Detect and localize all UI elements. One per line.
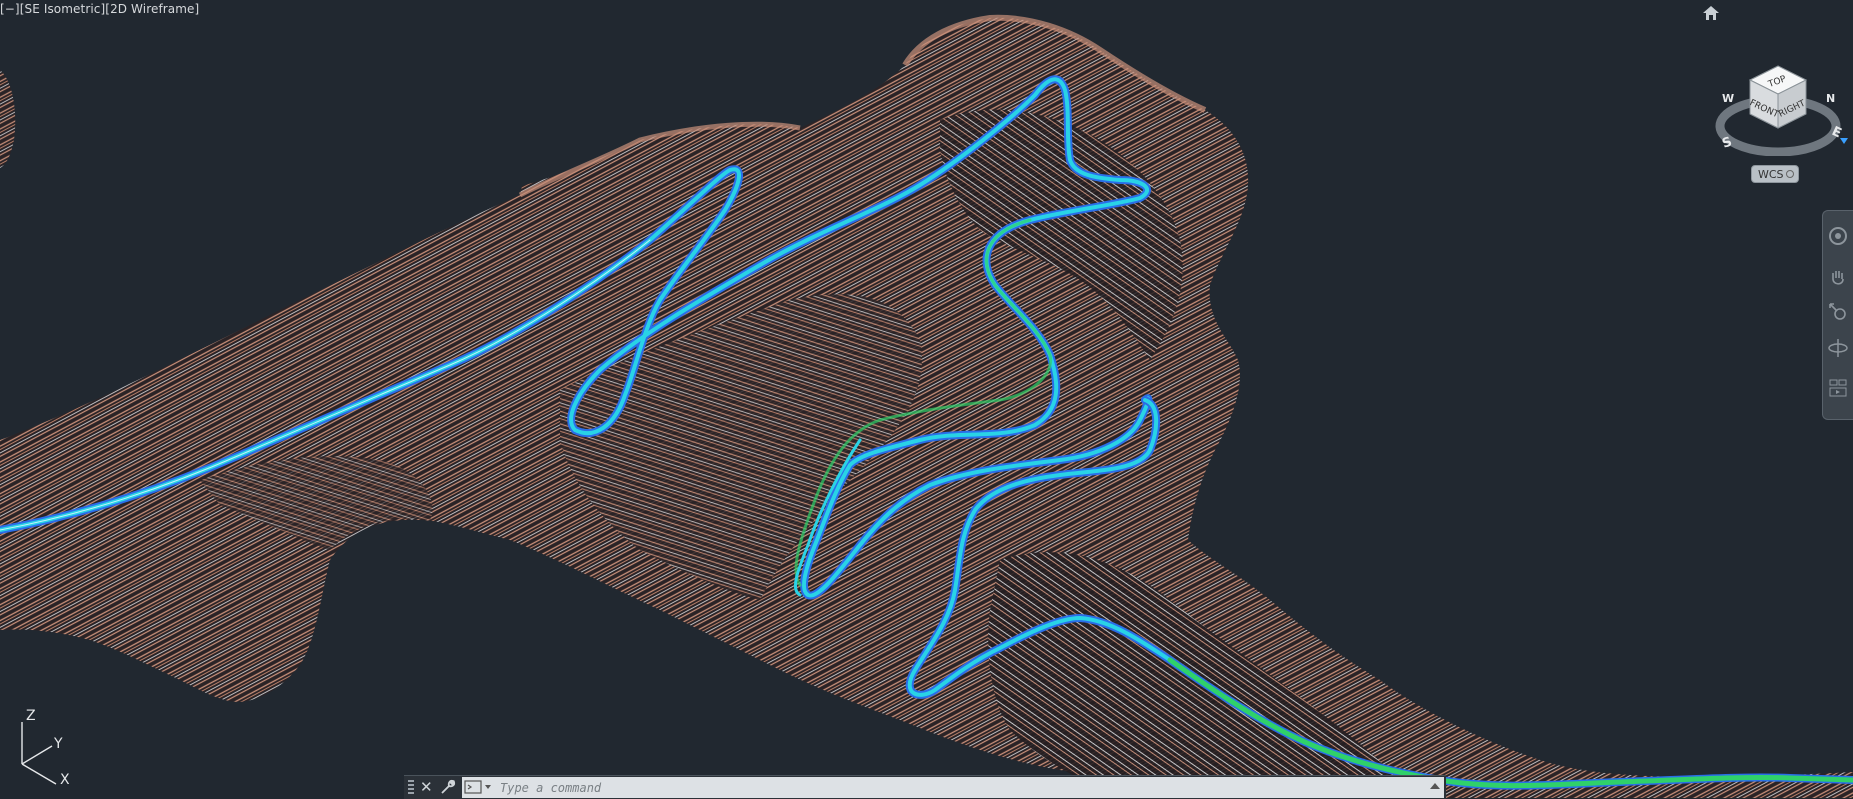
- command-line[interactable]: ✕: [404, 775, 1446, 799]
- chevron-down-icon: [1786, 170, 1794, 178]
- close-icon[interactable]: ✕: [420, 778, 433, 796]
- chevron-up-icon[interactable]: [1430, 783, 1440, 789]
- orbit-icon[interactable]: [1827, 337, 1849, 359]
- command-input-box[interactable]: [462, 777, 1444, 798]
- wcs-label: WCS: [1758, 168, 1784, 181]
- ucs-z-label: Z: [26, 708, 36, 724]
- recent-commands-icon[interactable]: [464, 779, 494, 795]
- drag-grip-icon[interactable]: [408, 780, 414, 795]
- terrain-contour-drawing: [0, 14, 1853, 798]
- viewport-controls-label: [−][SE Isometric][2D Wireframe]: [0, 2, 199, 16]
- viewport-controls-menu[interactable]: [−]: [0, 2, 20, 16]
- ucs-axis-icon: Z Y X: [8, 706, 78, 786]
- compass-w[interactable]: W: [1722, 92, 1734, 105]
- model-viewport[interactable]: [−][SE Isometric][2D Wireframe] TOP FRON…: [0, 0, 1853, 799]
- wcs-menu-button[interactable]: WCS: [1751, 165, 1799, 183]
- view-menu[interactable]: [SE Isometric]: [20, 2, 106, 16]
- ucs-x-label: X: [60, 772, 70, 786]
- steering-wheel-icon[interactable]: [1827, 225, 1849, 247]
- showmotion-icon[interactable]: [1827, 377, 1849, 399]
- navigation-bar[interactable]: [1822, 210, 1853, 420]
- zoom-icon[interactable]: [1827, 301, 1849, 323]
- terrain-surface: [0, 17, 1853, 798]
- compass-n[interactable]: N: [1826, 92, 1835, 105]
- pan-hand-icon[interactable]: [1827, 267, 1849, 289]
- wrench-icon[interactable]: [440, 779, 456, 795]
- viewcube[interactable]: TOP FRONT RIGHT N S E W: [1706, 36, 1853, 156]
- ucs-y-label: Y: [53, 736, 63, 752]
- command-input[interactable]: [496, 777, 1434, 798]
- home-icon[interactable]: [1700, 3, 1722, 23]
- visual-style-menu[interactable]: [2D Wireframe]: [105, 2, 199, 16]
